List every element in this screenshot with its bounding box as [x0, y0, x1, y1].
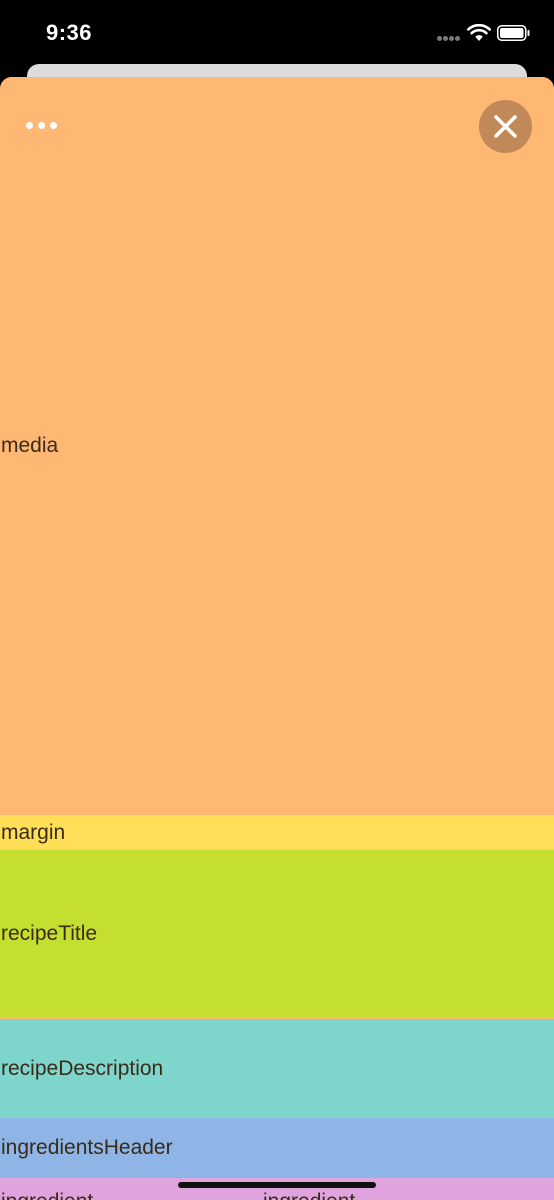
wifi-icon — [467, 24, 491, 41]
ellipsis-icon — [26, 122, 33, 129]
status-time: 9:36 — [46, 20, 93, 45]
margin-label: margin — [1, 820, 66, 844]
recipe-description-section: recipeDescription — [0, 1019, 554, 1118]
home-indicator — [178, 1182, 376, 1188]
recipe-title-label: recipeTitle — [1, 922, 98, 945]
ingredients-header-section: ingredientsHeader — [0, 1118, 554, 1178]
status-bar: 9:36 — [0, 0, 554, 66]
close-icon — [494, 115, 517, 138]
media-label: media — [1, 434, 59, 457]
ingredient-label-left: ingredient — [0, 1178, 93, 1200]
close-button[interactable] — [479, 100, 532, 153]
ingredients-header-label: ingredientsHeader — [1, 1136, 173, 1159]
recipe-sheet: media margin recipeTitle recipeDescripti… — [0, 77, 554, 1200]
media-section: media — [0, 77, 554, 815]
margin-section: margin — [0, 815, 554, 850]
battery-icon — [497, 25, 530, 41]
cellular-signal-icon — [437, 36, 461, 42]
more-options-button[interactable] — [20, 117, 64, 135]
recipe-title-section: recipeTitle — [0, 850, 554, 1018]
recipe-description-label: recipeDescription — [1, 1056, 164, 1080]
